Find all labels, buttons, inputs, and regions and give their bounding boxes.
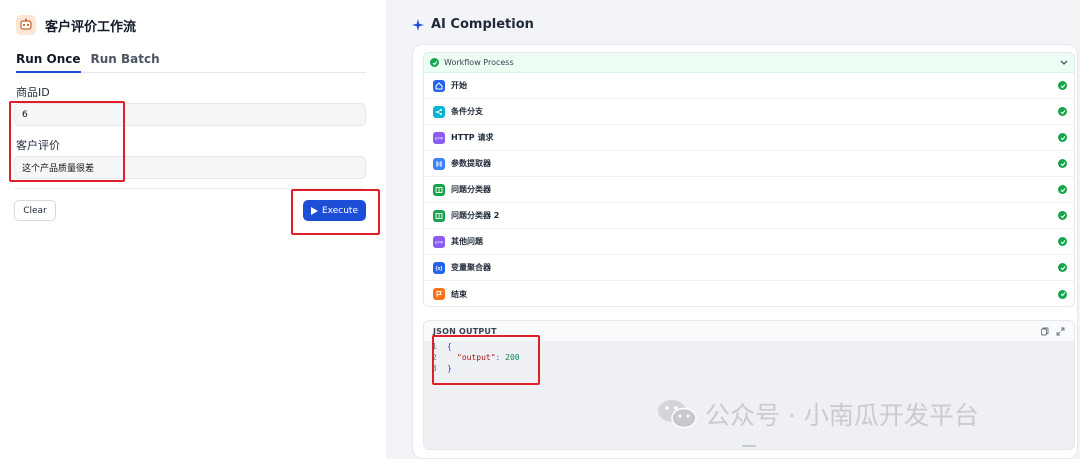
copy-icon[interactable] [1040,327,1049,336]
extractor-icon [433,157,445,170]
success-check-icon [1058,211,1067,220]
svg-text:HTTP: HTTP [435,136,443,140]
ai-completion-title: AI Completion [431,17,534,32]
tab-run-once[interactable]: Run Once [16,52,81,73]
wechat-icon [658,400,697,429]
json-colon: : [495,353,506,362]
input-panel: 客户评价工作流 Run Once Run Batch 商品ID 6 客户评价 这… [0,0,386,459]
watermark: 公众号 · 小南瓜开发平台 [657,396,979,432]
success-check-icon [1058,185,1067,194]
workflow-node[interactable]: HTTP HTTP 请求 [424,125,1074,151]
svg-text:HTTP: HTTP [435,240,443,244]
line-number: 1 [432,342,437,351]
watermark-text: 公众号 · 小南瓜开发平台 [705,401,979,430]
workflow-node[interactable]: 条件分支 [424,99,1074,125]
workflow-node-label: 变量聚合器 [451,263,491,272]
http-icon: HTTP [433,235,445,248]
play-icon [311,206,318,215]
line-number: 3 [432,364,437,373]
success-check-icon [1058,81,1067,90]
app-header: 客户评价工作流 [16,15,136,35]
product-id-label: 商品ID [16,86,50,99]
success-check-icon [1058,237,1067,246]
home-icon [433,79,445,92]
customer-review-label: 客户评价 [16,139,60,152]
app-title: 客户评价工作流 [45,19,137,35]
workflow-node-label: HTTP 请求 [451,133,494,142]
workflow-node[interactable]: 问题分类器 [424,177,1074,203]
json-line-output: "output": 200 [457,353,520,362]
sparkle-icon [412,18,424,31]
line-number: 2 [432,353,437,362]
classifier-icon [433,209,445,222]
json-output-header: JSON OUTPUT [424,321,1074,341]
execute-button[interactable]: Execute [303,200,366,221]
json-close-brace: } [447,364,452,373]
product-id-input[interactable]: 6 [14,103,366,126]
workflow-node-label: 其他问题 [451,237,483,246]
success-check-icon [1058,159,1067,168]
run-mode-tabs: Run Once Run Batch [16,52,366,73]
end-icon [433,288,445,300]
http-icon: HTTP [433,131,445,144]
svg-text:{x}: {x} [436,266,443,272]
json-output-label: JSON OUTPUT [433,326,497,336]
success-check-icon [1058,289,1067,299]
execute-label: Execute [322,205,358,216]
customer-review-input[interactable]: 这个产品质量很差 [14,156,366,179]
json-value: 200 [505,353,520,362]
success-check-icon [1058,107,1067,116]
workflow-node[interactable]: 参数提取器 [424,151,1074,177]
workflow-header[interactable]: Workflow Process [424,53,1074,73]
workflow-node-label: 结束 [451,289,467,299]
json-open-brace: { [447,342,452,351]
success-check-icon [1058,133,1067,142]
aggregator-icon: {x} [433,261,445,274]
expand-icon[interactable] [1056,327,1065,336]
chevron-down-icon[interactable] [1060,60,1068,66]
workflow-node-list: 开始条件分支 HTTP HTTP 请求 参数提取器问题分类器问题分类器 2 HTTP 其他… [424,73,1074,306]
workflow-node[interactable]: {x} 变量聚合器 [424,255,1074,281]
branch-icon [433,105,445,118]
workflow-node-label: 参数提取器 [451,159,491,168]
json-key: "output" [457,353,496,362]
workflow-node-label: 问题分类器 [451,185,491,194]
workflow-node[interactable]: 开始 [424,73,1074,99]
robot-icon [16,15,36,35]
workflow-header-label: Workflow Process [444,58,514,67]
divider [14,188,366,189]
classifier-icon [433,183,445,196]
ai-completion-header: AI Completion [412,17,534,32]
clear-button[interactable]: Clear [14,200,56,221]
workflow-node[interactable]: 问题分类器 2 [424,203,1074,229]
tab-run-batch[interactable]: Run Batch [91,52,160,73]
workflow-node-label: 问题分类器 2 [451,211,500,220]
workflow-node-label: 开始 [451,81,467,90]
workflow-node-label: 条件分支 [451,107,483,116]
success-check-icon [430,58,439,67]
resize-handle[interactable] [742,445,756,447]
success-check-icon [1058,263,1067,272]
workflow-node[interactable]: HTTP 其他问题 [424,229,1074,255]
workflow-process: Workflow Process 开始条件分支 HTTP HTTP 请求 参数提取器问… [423,52,1075,307]
workflow-node[interactable]: 结束 [424,281,1074,306]
